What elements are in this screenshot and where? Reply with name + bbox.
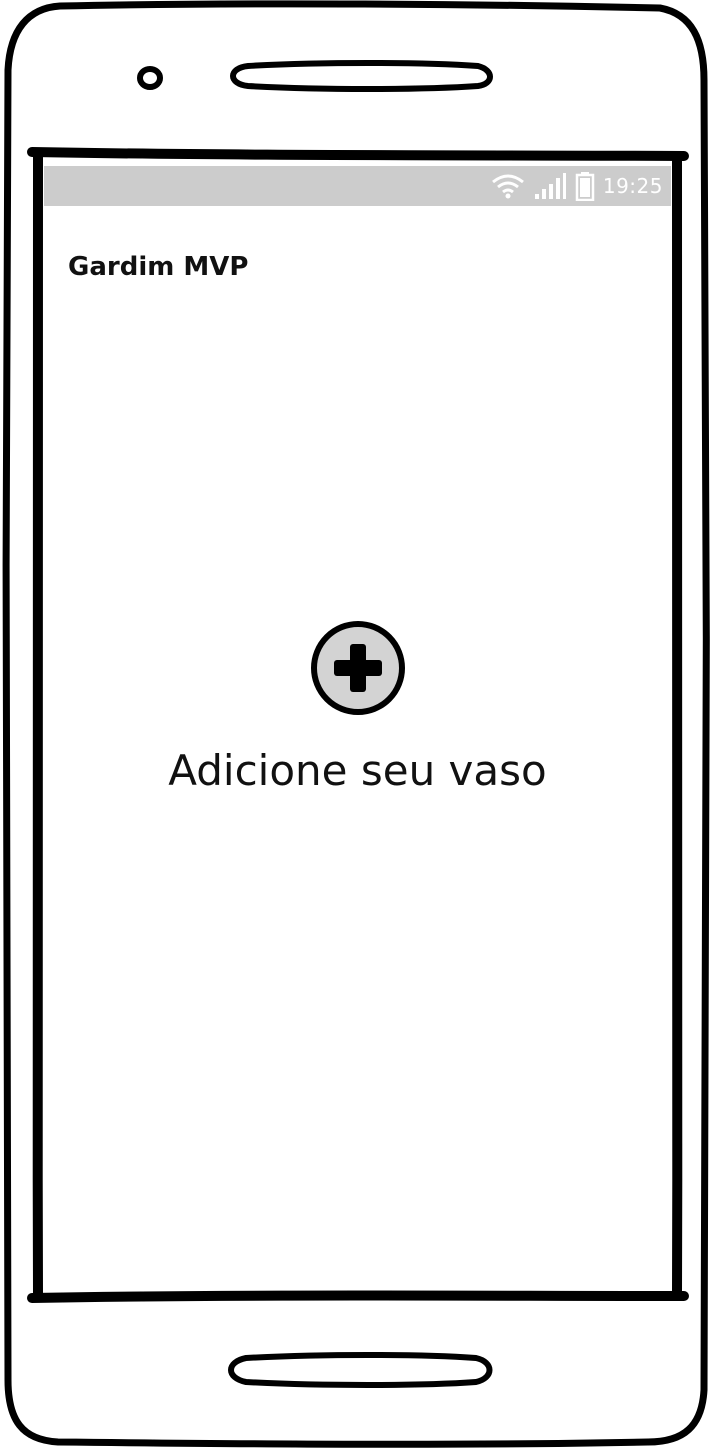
status-bar: 19:25 <box>44 166 671 206</box>
status-time: 19:25 <box>602 174 663 198</box>
add-pot-button[interactable] <box>308 618 408 718</box>
wireframe-page: 19:25 Gardim MVP Adicione seu vaso <box>0 0 712 1450</box>
add-pot-area: Adicione seu vaso <box>44 618 671 818</box>
battery-icon <box>575 172 595 201</box>
plus-circle-icon <box>310 621 405 715</box>
add-pot-label[interactable]: Adicione seu vaso <box>168 746 546 795</box>
status-icons: 19:25 <box>491 166 663 206</box>
app-title: Gardim MVP <box>68 252 249 282</box>
signal-icon <box>534 173 566 199</box>
wifi-icon <box>491 174 524 199</box>
